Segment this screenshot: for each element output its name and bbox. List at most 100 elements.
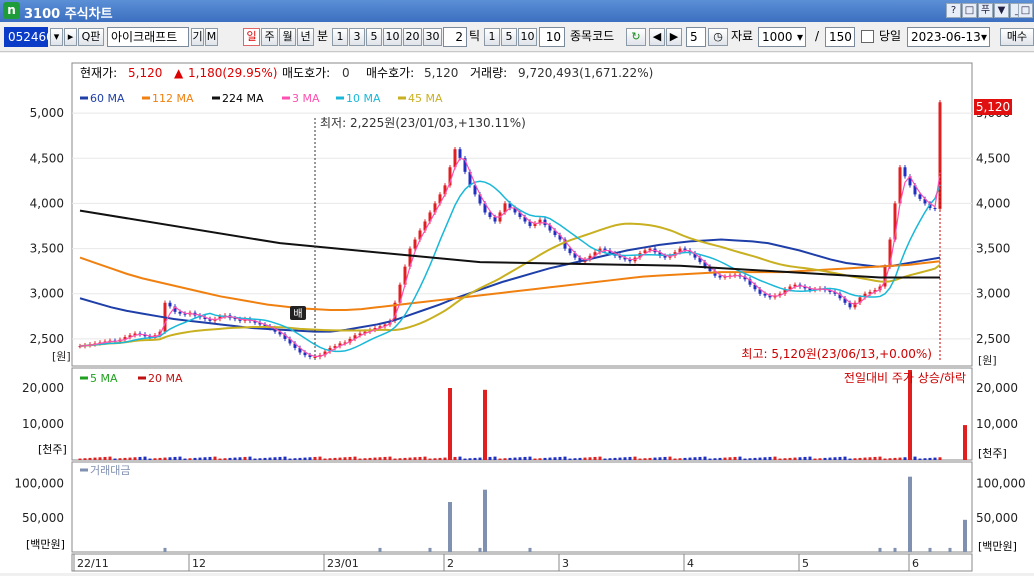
name-option-button-2[interactable]: M bbox=[205, 28, 218, 46]
stock-code-input[interactable]: 052460 bbox=[4, 27, 54, 47]
volume-bar bbox=[923, 458, 927, 460]
app-icon: n bbox=[3, 2, 20, 19]
tick-input[interactable]: 10 bbox=[539, 27, 565, 47]
tick-count-input[interactable]: 2 bbox=[443, 27, 467, 47]
date-picker[interactable]: 2023-06-13 ▾ bbox=[907, 27, 990, 47]
volume-bar bbox=[408, 457, 412, 460]
volume-bar bbox=[333, 457, 337, 460]
search-button[interactable]: Q판 bbox=[78, 28, 104, 46]
period-month-button[interactable]: 월 bbox=[279, 28, 296, 46]
candle-body bbox=[903, 167, 907, 177]
volume-bar bbox=[88, 457, 92, 460]
price-unit-left: [원] bbox=[52, 350, 71, 363]
data-count-value: 1000 bbox=[762, 30, 793, 44]
nav-count-input[interactable]: 5 bbox=[686, 27, 706, 47]
help-button[interactable]: ? bbox=[946, 3, 961, 18]
amount-bar bbox=[908, 476, 912, 552]
name-option-button-1[interactable]: 기 bbox=[191, 28, 204, 46]
volume-bar bbox=[668, 456, 672, 460]
menu-chevron-down-icon[interactable]: ▼ bbox=[994, 3, 1009, 18]
date-axis-label: 4 bbox=[687, 557, 694, 570]
period-day-button[interactable]: 일 bbox=[243, 28, 260, 46]
buy-button[interactable]: 매수 bbox=[1000, 28, 1034, 46]
data-count-select[interactable]: 1000 ▾ bbox=[758, 27, 806, 47]
volume-bar bbox=[643, 458, 647, 460]
data-label: 자료 bbox=[731, 29, 754, 43]
amount-bar bbox=[448, 502, 452, 552]
period-week-button[interactable]: 주 bbox=[261, 28, 278, 46]
price-tick-label-left: 5,000 bbox=[30, 106, 64, 120]
volume-bar bbox=[578, 457, 582, 460]
volume-tick-label-left: 10,000 bbox=[22, 417, 64, 431]
volume-bar bbox=[928, 457, 932, 460]
volume-bar bbox=[263, 457, 267, 460]
next-arrow-icon[interactable]: ▶ bbox=[666, 28, 682, 46]
restore-icon[interactable]: □ bbox=[962, 3, 977, 18]
today-label: 당일 bbox=[879, 29, 902, 43]
date-axis-label: 12 bbox=[192, 557, 206, 570]
volume-bar bbox=[608, 458, 612, 460]
volume-bar bbox=[418, 456, 422, 460]
volume-bar bbox=[163, 457, 167, 460]
current-price-tag: 5,120 bbox=[976, 100, 1010, 114]
tick-5-button[interactable]: 5 bbox=[501, 28, 517, 46]
code-dropdown-chevron-icon[interactable]: ▾ bbox=[50, 28, 63, 46]
chevron-down-icon: ▾ bbox=[796, 30, 803, 44]
slash-separator: / bbox=[815, 29, 820, 43]
minute-1-button[interactable]: 1 bbox=[332, 28, 348, 46]
volume-bar bbox=[298, 457, 302, 460]
minute-30-button[interactable]: 30 bbox=[423, 28, 442, 46]
volume-bar bbox=[808, 456, 812, 460]
refresh-icon[interactable]: ↻ bbox=[626, 28, 646, 46]
minute-20-button[interactable]: 20 bbox=[403, 28, 422, 46]
legend-label-ma: 10 MA bbox=[346, 92, 381, 105]
volume-bar bbox=[853, 458, 857, 460]
current-price-label: 현재가: bbox=[80, 66, 118, 80]
volume-bar bbox=[443, 457, 447, 460]
volume-bar bbox=[838, 456, 842, 460]
volume-unit-right: [천주] bbox=[978, 446, 1007, 460]
volume-bar bbox=[473, 457, 477, 460]
volume-bar bbox=[168, 457, 172, 460]
price-tick-label-right: 3,000 bbox=[976, 287, 1010, 301]
volume-bar bbox=[148, 458, 152, 460]
volume-bar bbox=[468, 458, 472, 460]
candle-body bbox=[933, 207, 937, 209]
volume-bar bbox=[213, 456, 217, 460]
prev-arrow-icon[interactable]: ◀ bbox=[649, 28, 665, 46]
volume-bar bbox=[198, 457, 202, 460]
clock-icon[interactable]: ◷ bbox=[708, 28, 728, 46]
volume-bar bbox=[133, 457, 137, 460]
volume-bar bbox=[123, 457, 127, 460]
tick-1-button[interactable]: 1 bbox=[484, 28, 500, 46]
volume-bar bbox=[833, 457, 837, 460]
volume-bar bbox=[763, 457, 767, 460]
price-tick-label-left: 3,000 bbox=[30, 287, 64, 301]
volume-bar bbox=[628, 456, 632, 460]
minute-5-button[interactable]: 5 bbox=[366, 28, 382, 46]
candle-body bbox=[718, 275, 722, 278]
maximize-button[interactable]: □ bbox=[1018, 3, 1033, 18]
view-count-input[interactable]: 150 bbox=[825, 27, 855, 47]
volume-bar bbox=[138, 456, 142, 460]
volume-bar bbox=[728, 457, 732, 460]
price-tick-label-right: 3,500 bbox=[976, 242, 1010, 256]
pin-button[interactable]: 푸 bbox=[978, 3, 993, 18]
volume-bar bbox=[413, 457, 417, 460]
legend-label-ma: 224 MA bbox=[222, 92, 264, 105]
period-year-button[interactable]: 년 bbox=[297, 28, 314, 46]
amount-bar bbox=[478, 547, 482, 552]
code-next-arrow-icon[interactable]: ▸ bbox=[64, 28, 77, 46]
volume-bar bbox=[403, 457, 407, 460]
amount-tick-label-left: 50,000 bbox=[22, 511, 64, 525]
volume-bar bbox=[208, 456, 212, 460]
today-checkbox[interactable] bbox=[861, 30, 874, 43]
minute-10-button[interactable]: 10 bbox=[383, 28, 402, 46]
volume-bar bbox=[243, 456, 247, 460]
volume-bar bbox=[143, 456, 147, 460]
candle-body bbox=[458, 149, 462, 159]
price-change: 1,180(29.95%) bbox=[188, 66, 278, 80]
volume-bar bbox=[858, 457, 862, 460]
tick-10-button[interactable]: 10 bbox=[518, 28, 537, 46]
minute-3-button[interactable]: 3 bbox=[349, 28, 365, 46]
